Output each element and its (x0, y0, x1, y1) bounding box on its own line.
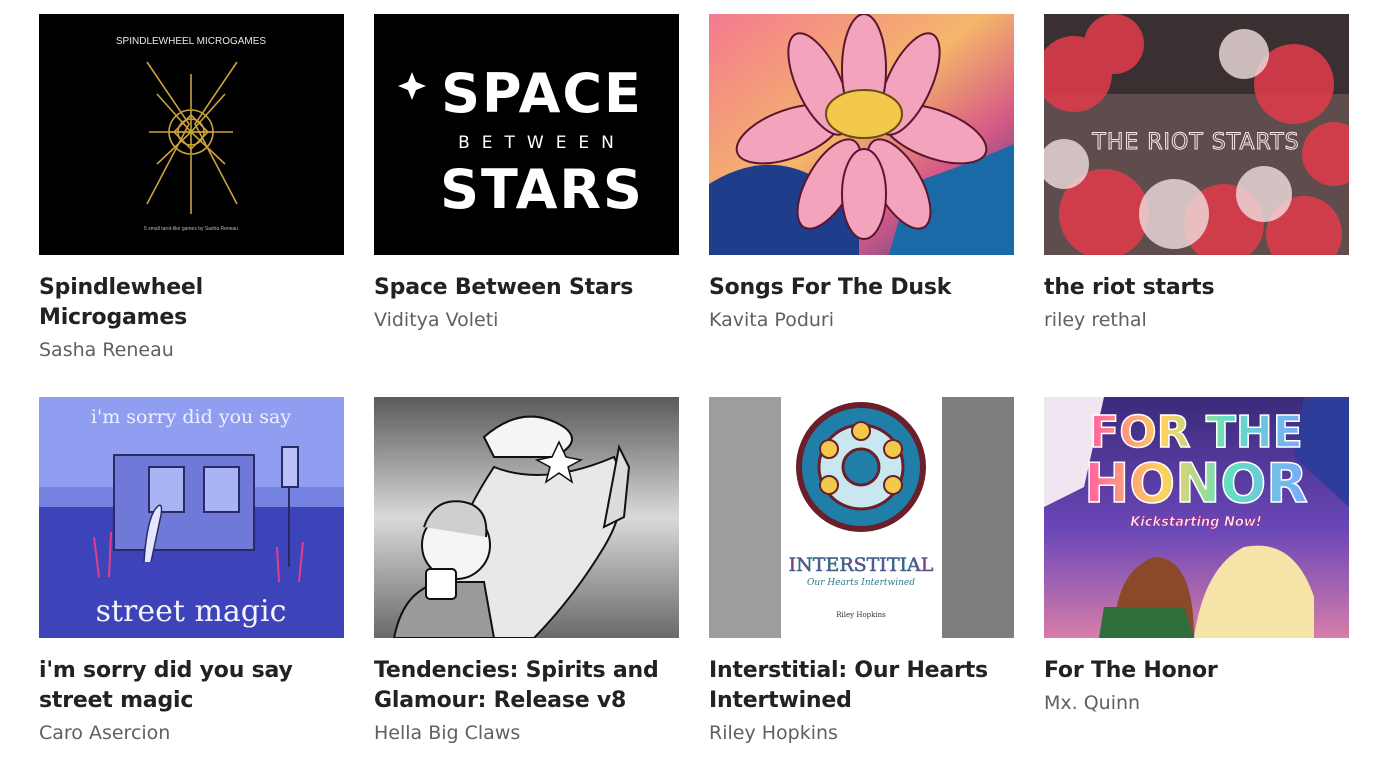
svg-text:street magic: street magic (96, 594, 287, 629)
game-cover-image[interactable]: FOR THE HONOR Kickstarting Now! (1044, 397, 1349, 638)
svg-text:i'm sorry did you say: i'm sorry did you say (91, 406, 291, 428)
game-cover-image[interactable]: i'm sorry did you say street magic (39, 397, 344, 638)
game-card[interactable]: Songs For The Dusk Kavita Poduri (709, 14, 1014, 334)
game-title[interactable]: Spindlewheel Microgames (39, 273, 339, 333)
game-cover-image[interactable]: SPACE BETWEEN STARS (374, 14, 679, 255)
svg-text:SPINDLEWHEEL MICROGAMES: SPINDLEWHEEL MICROGAMES (116, 36, 267, 47)
svg-text:FOR THE: FOR THE (1089, 407, 1303, 458)
game-author[interactable]: riley rethal (1044, 306, 1349, 334)
game-author[interactable]: Mx. Quinn (1044, 689, 1349, 717)
svg-text:THE RIOT STARTS: THE RIOT STARTS (1091, 130, 1299, 155)
game-card[interactable]: SPACE BETWEEN STARS Space Between Stars … (374, 14, 679, 334)
game-title[interactable]: For The Honor (1044, 656, 1344, 686)
svg-text:SPACE: SPACE (441, 62, 643, 125)
game-card[interactable]: FOR THE HONOR Kickstarting Now! For The … (1044, 397, 1349, 717)
game-title[interactable]: Songs For The Dusk (709, 273, 1009, 303)
game-card[interactable]: SPINDLEWHEEL MICROGAMES 5 small tarot-li… (39, 14, 344, 364)
svg-text:Our Hearts Intertwined: Our Hearts Intertwined (807, 578, 915, 588)
game-title[interactable]: Interstitial: Our Hearts Intertwined (709, 656, 1009, 716)
game-cover-image[interactable] (709, 14, 1014, 255)
game-card[interactable]: i'm sorry did you say street magic i'm s… (39, 397, 344, 747)
game-card[interactable]: THE RIOT STARTS the riot starts riley re… (1044, 14, 1349, 334)
game-grid: SPINDLEWHEEL MICROGAMES 5 small tarot-li… (0, 0, 1400, 770)
game-author[interactable]: Kavita Poduri (709, 306, 1014, 334)
game-card[interactable]: Tendencies: Spirits and Glamour: Release… (374, 397, 679, 747)
game-cover-image[interactable] (374, 397, 679, 638)
game-cover-image[interactable]: INTERSTITIAL Our Hearts Intertwined Rile… (709, 397, 1014, 638)
svg-text:STARS: STARS (440, 158, 644, 221)
svg-text:HONOR: HONOR (1084, 452, 1308, 515)
game-author[interactable]: Caro Asercion (39, 719, 344, 747)
game-author[interactable]: Hella Big Claws (374, 719, 679, 747)
game-title[interactable]: Tendencies: Spirits and Glamour: Release… (374, 656, 674, 716)
game-title[interactable]: the riot starts (1044, 273, 1344, 303)
game-cover-image[interactable]: SPINDLEWHEEL MICROGAMES 5 small tarot-li… (39, 14, 344, 255)
svg-text:Riley Hopkins: Riley Hopkins (836, 611, 886, 619)
game-author[interactable]: Sasha Reneau (39, 336, 344, 364)
svg-text:Kickstarting Now!: Kickstarting Now! (1130, 515, 1262, 530)
game-author[interactable]: Riley Hopkins (709, 719, 1014, 747)
svg-text:5 small tarot-like games by Sa: 5 small tarot-like games by Sasha Reneau (144, 226, 238, 232)
game-title[interactable]: Space Between Stars (374, 273, 674, 303)
game-card[interactable]: INTERSTITIAL Our Hearts Intertwined Rile… (709, 397, 1014, 747)
game-author[interactable]: Viditya Voleti (374, 306, 679, 334)
svg-text:BETWEEN: BETWEEN (458, 133, 626, 153)
game-cover-image[interactable]: THE RIOT STARTS (1044, 14, 1349, 255)
game-title[interactable]: i'm sorry did you say street magic (39, 656, 339, 716)
svg-text:INTERSTITIAL: INTERSTITIAL (789, 554, 934, 576)
